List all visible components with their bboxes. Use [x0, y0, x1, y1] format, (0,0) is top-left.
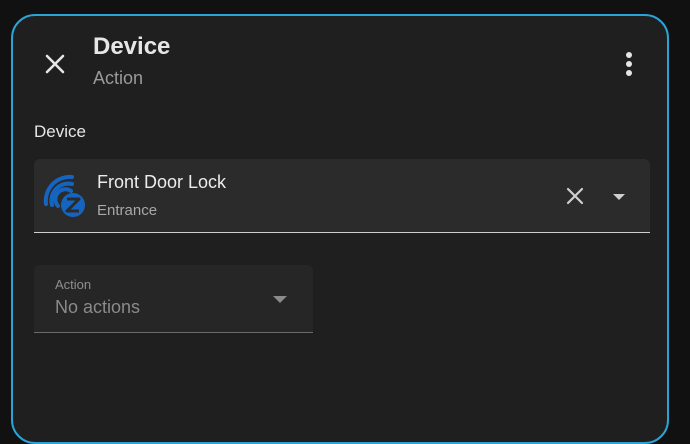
close-icon — [566, 187, 584, 205]
action-label: Action — [55, 277, 92, 292]
zwave-icon — [43, 174, 85, 217]
close-icon — [45, 54, 65, 74]
device-area: Entrance — [97, 202, 158, 219]
device-action-dialog: Device Action Device Front Door Lock Ent… — [11, 14, 669, 444]
device-name: Front Door Lock — [97, 172, 227, 192]
close-button[interactable] — [39, 48, 71, 80]
clear-device-button[interactable] — [562, 183, 588, 209]
action-value: No actions — [55, 297, 141, 317]
device-section-label: Device — [34, 122, 86, 141]
dots-vertical-icon — [626, 52, 632, 76]
menu-down-icon — [273, 296, 287, 303]
overflow-menu-button[interactable] — [611, 46, 647, 82]
dialog-title: Device — [93, 33, 171, 60]
device-dropdown-button[interactable] — [606, 183, 632, 209]
dialog-subtitle: Action — [93, 68, 144, 88]
action-select[interactable]: Action No actions — [34, 265, 313, 333]
menu-down-icon — [613, 194, 625, 200]
device-picker[interactable]: Front Door Lock Entrance — [34, 159, 650, 233]
